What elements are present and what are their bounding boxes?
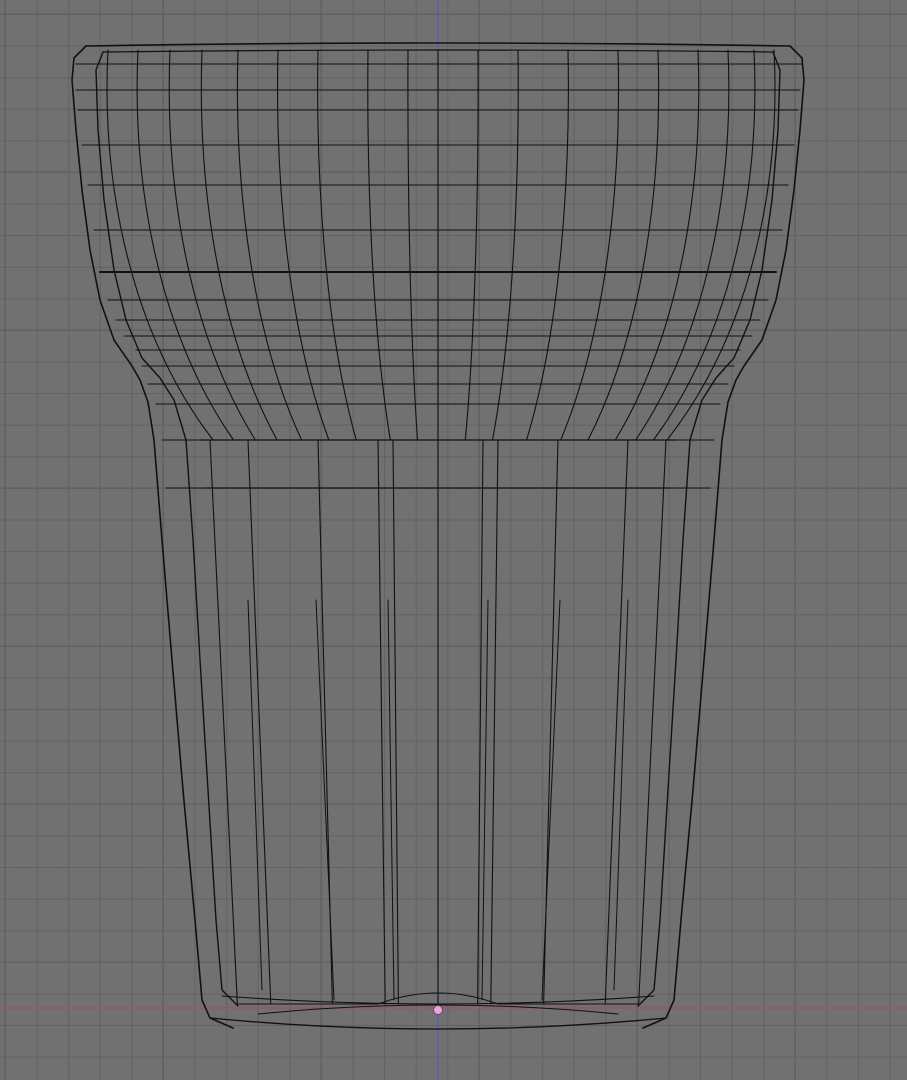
glass-upper-rib bbox=[200, 49, 278, 441]
object-origin-point[interactable] bbox=[433, 1005, 443, 1015]
glass-upper-rib bbox=[635, 49, 730, 441]
viewport-scene[interactable] bbox=[0, 0, 907, 1080]
glass-lower-rib bbox=[638, 439, 667, 1005]
glass-lower-rib bbox=[490, 439, 499, 1005]
glass-upper-rib bbox=[587, 49, 660, 441]
glass-upper-rib bbox=[666, 49, 776, 441]
glass-upper-rib bbox=[136, 49, 235, 441]
glass-upper-rib bbox=[464, 49, 479, 441]
glass-upper-rib bbox=[367, 49, 391, 441]
glass-inner-flute bbox=[613, 599, 629, 991]
glass-outer-silhouette-right bbox=[642, 45, 805, 1029]
glass-upper-rib bbox=[560, 49, 620, 441]
glass-upper-rib bbox=[614, 49, 700, 441]
glass-inner-flute bbox=[315, 599, 335, 1001]
glass-inner-flute bbox=[247, 599, 263, 991]
glass-lower-rib bbox=[392, 439, 399, 1005]
glass-upper-rib bbox=[106, 49, 214, 441]
glass-mesh-wireframe[interactable] bbox=[71, 42, 805, 1030]
glass-inner-flute bbox=[481, 599, 489, 1001]
glass-upper-rib bbox=[407, 49, 419, 441]
glass-outer-silhouette-left bbox=[71, 45, 234, 1029]
glass-inner-flute bbox=[541, 599, 561, 1001]
glass-upper-rib bbox=[317, 49, 357, 441]
glass-upper-rib bbox=[168, 49, 256, 441]
glass-lower-rib bbox=[477, 439, 484, 1005]
glass-upper-rib bbox=[526, 49, 569, 441]
glass-inner-silhouette-left bbox=[95, 51, 239, 1007]
glass-inner-flute bbox=[387, 599, 395, 1001]
3d-viewport[interactable] bbox=[0, 0, 907, 1080]
glass-inner-silhouette-right bbox=[637, 51, 781, 1007]
glass-lower-rib bbox=[377, 439, 386, 1005]
glass-upper-rib bbox=[491, 49, 519, 441]
glass-upper-rib bbox=[236, 49, 303, 441]
glass-lower-rib bbox=[209, 439, 238, 1005]
